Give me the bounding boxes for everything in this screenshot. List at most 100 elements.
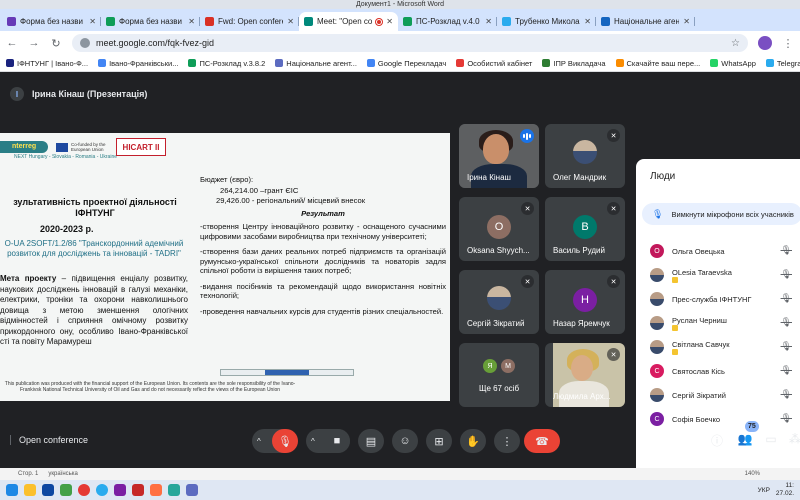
participant-tile[interactable]: ✕ Олег Мандрик: [545, 124, 625, 188]
people-list-item[interactable]: С Святослав Кісь 🎙: [650, 361, 800, 381]
start-icon[interactable]: [6, 484, 18, 496]
mute-all-button[interactable]: 🎙 Вимкнути мікрофони всіх учасників: [642, 203, 800, 225]
tab-close-icon[interactable]: ✕: [485, 17, 492, 26]
people-list-item[interactable]: Прес-служба ІФНТУНГ 🎙: [650, 289, 800, 309]
participant-tile[interactable]: ✕ Сергій Зікратий: [459, 270, 539, 334]
clock[interactable]: 11: 27.02.: [776, 482, 794, 498]
more-participants-tile[interactable]: Я М Ще 67 осіб: [459, 343, 539, 407]
browser-menu-icon[interactable]: ⋮: [782, 37, 794, 50]
site-info-icon[interactable]: [80, 38, 90, 48]
people-list-item[interactable]: С Софія Боечко 🎙: [650, 409, 800, 429]
chat-icon[interactable]: ▭: [762, 432, 780, 446]
more-options-button[interactable]: ⋮: [494, 429, 520, 453]
mic-toggle-button[interactable]: 🎙: [272, 429, 298, 453]
people-list-item[interactable]: Руслан Черниш 🎙: [650, 313, 800, 333]
chevron-up-icon: ^: [257, 436, 261, 446]
people-list-item[interactable]: OLesia Taraevska 🎙: [650, 265, 800, 285]
app-taskbar-icon[interactable]: [150, 484, 162, 496]
address-bar[interactable]: meet.google.com/fqk-fvez-gid ☆: [72, 34, 748, 52]
back-icon[interactable]: ←: [6, 37, 18, 49]
app-taskbar-icon[interactable]: [168, 484, 180, 496]
tab-close-icon[interactable]: ✕: [683, 17, 690, 26]
browser-tab[interactable]: Meet: "Open conf ✕: [299, 12, 398, 31]
file-explorer-icon[interactable]: [24, 484, 36, 496]
mic-off-icon[interactable]: 🎙: [781, 293, 792, 304]
avatar: Я: [483, 359, 497, 373]
participant-tile[interactable]: В ✕ Василь Рудий: [545, 197, 625, 261]
participant-tile[interactable]: ✕ Людмила Арх...: [545, 343, 625, 407]
end-call-icon: ☎: [535, 435, 549, 448]
people-list-item[interactable]: О Ольга Овецька 🎙: [650, 241, 800, 261]
bookmark-item[interactable]: WhatsApp: [710, 59, 756, 68]
meeting-name: Open conference: [19, 435, 89, 445]
participant-tile[interactable]: Ірина Кінаш: [459, 124, 539, 188]
word-zoom[interactable]: 140%: [745, 471, 760, 477]
mic-off-icon[interactable]: 🎙: [781, 317, 792, 328]
budget-line-2: 29,426.00 - регіональний/ місцевий внесо…: [216, 196, 366, 205]
captions-button[interactable]: ▤: [358, 429, 384, 453]
app-taskbar-icon[interactable]: [186, 484, 198, 496]
tab-close-icon[interactable]: ✕: [287, 17, 294, 26]
present-button[interactable]: ⊞: [426, 429, 452, 453]
mic-off-icon[interactable]: 🎙: [781, 245, 792, 256]
meeting-info: Open conference: [10, 435, 88, 445]
mute-all-label: Вимкнути мікрофони всіх учасників: [671, 209, 794, 219]
forward-icon[interactable]: →: [28, 37, 40, 49]
tab-close-icon[interactable]: ✕: [584, 17, 591, 26]
word-taskbar-icon[interactable]: [42, 484, 54, 496]
word-title-strip: Документ1 - Microsoft Word: [0, 0, 800, 9]
bookmark-item[interactable]: Національне агент...: [275, 59, 357, 68]
bookmark-star-icon[interactable]: ☆: [731, 38, 740, 49]
people-icon[interactable]: 👥: [736, 432, 754, 446]
excel-taskbar-icon[interactable]: [60, 484, 72, 496]
camera-toggle-button[interactable]: ■: [324, 429, 350, 453]
bookmark-favicon-icon: [98, 59, 107, 67]
bookmark-item[interactable]: ІФНТУНГ | Івано-Ф...: [6, 59, 88, 68]
avatar: [487, 286, 511, 310]
participant-tile[interactable]: O ✕ Oksana Shyych...: [459, 197, 539, 261]
app-taskbar-icon[interactable]: [114, 484, 126, 496]
mic-off-icon[interactable]: 🎙: [781, 413, 792, 424]
tab-close-icon[interactable]: ✕: [386, 17, 393, 26]
browser-tab[interactable]: Форма без назви (Від ✕: [101, 12, 200, 31]
bookmark-item[interactable]: ІПР Викладача: [542, 58, 606, 68]
reactions-button[interactable]: ☺: [392, 429, 418, 453]
people-list-item[interactable]: Сергій Зікратий 🎙: [650, 385, 800, 405]
browser-tab[interactable]: Fwd: Open conference ✕: [200, 12, 299, 31]
browser-tab[interactable]: Національне агентст✕: [596, 12, 695, 31]
budget-line-1: 264,214.00 –грант ЄІС: [220, 185, 299, 195]
activities-icon[interactable]: ⁂: [786, 432, 800, 446]
browser-tab[interactable]: Форма без назви - G ✕: [2, 12, 101, 31]
tab-close-icon[interactable]: ✕: [89, 17, 96, 26]
mic-off-icon[interactable]: 🎙: [781, 341, 792, 352]
chrome-taskbar-icon[interactable]: [78, 484, 90, 496]
mic-off-icon[interactable]: 🎙: [781, 389, 792, 400]
presentation-slide[interactable]: nterreg NEXT Hungary - Slovakia - Romani…: [0, 133, 450, 401]
mic-off-icon: ✕: [607, 275, 620, 288]
tab-close-icon[interactable]: ✕: [188, 17, 195, 26]
bookmark-item[interactable]: Івано-Франківськи...: [98, 59, 178, 68]
browser-tab[interactable]: ПС-Розклад v.4.0 ✕: [398, 12, 497, 31]
profile-avatar[interactable]: [758, 36, 772, 50]
bookmark-label: WhatsApp: [721, 58, 756, 68]
bookmark-item[interactable]: Google Перекладач: [366, 59, 446, 68]
meeting-info-icon[interactable]: ⓘ: [708, 432, 726, 449]
raise-hand-button[interactable]: ✋: [460, 429, 486, 453]
telegram-taskbar-icon[interactable]: [96, 484, 108, 496]
browser-tab[interactable]: Трубенко Миколайов ✕: [497, 12, 596, 31]
bookmark-item[interactable]: Telegram: [765, 59, 800, 68]
keyboard-language[interactable]: УКР: [758, 487, 770, 494]
people-list-item[interactable]: Світлана Савчук 🎙: [650, 337, 800, 357]
pdf-taskbar-icon[interactable]: [132, 484, 144, 496]
bookmark-item[interactable]: Особистий кабінет: [456, 59, 532, 68]
leave-call-button[interactable]: ☎: [524, 429, 560, 453]
bookmark-label: ІПР Викладача: [553, 58, 606, 68]
mic-off-icon[interactable]: 🎙: [781, 365, 792, 376]
mic-off-icon[interactable]: 🎙: [781, 269, 792, 280]
person-name: Прес-служба ІФНТУНГ: [672, 294, 752, 304]
avatar: С: [650, 412, 664, 426]
participant-tile[interactable]: Н ✕ Назар Яремчук: [545, 270, 625, 334]
reload-icon[interactable]: ↻: [50, 37, 62, 50]
bookmark-item[interactable]: ПС-Розклад v.3.8.2: [188, 59, 265, 68]
bookmark-item[interactable]: Скачайте ваш пере...: [615, 59, 700, 68]
